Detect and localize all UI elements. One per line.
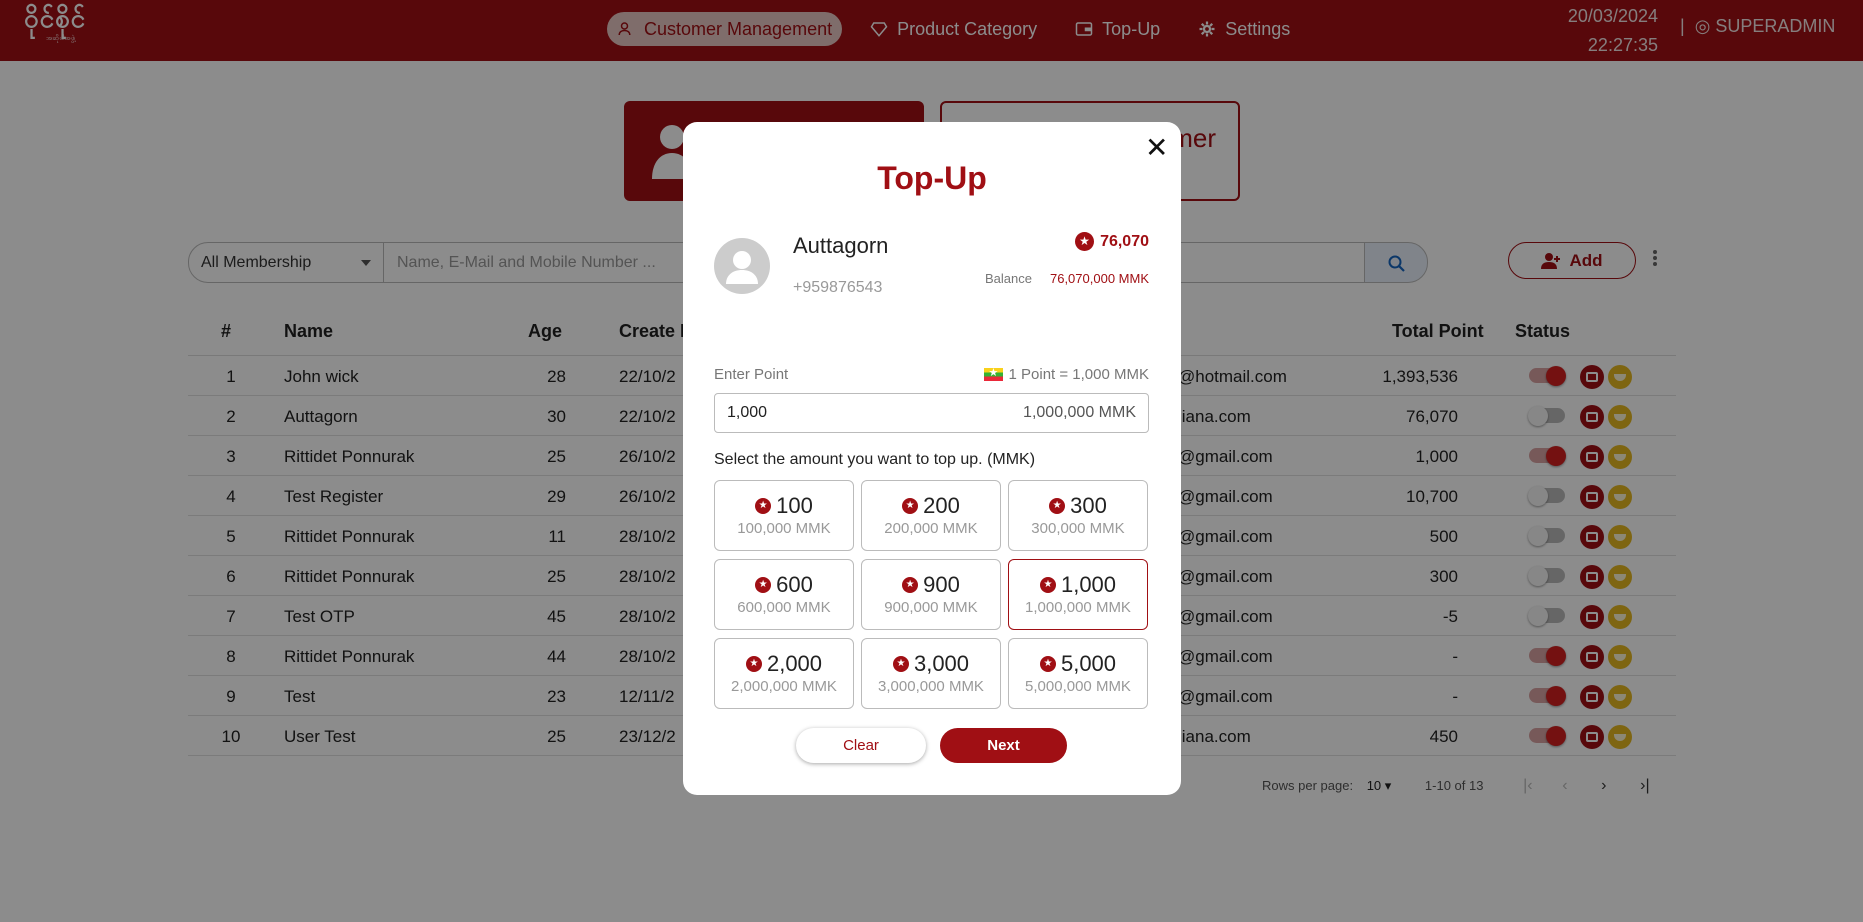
star-icon: ★ bbox=[1039, 577, 1056, 593]
amount-option[interactable]: ★ 600 600,000 MMK bbox=[714, 559, 854, 630]
top-up-dialog: ✕ Top-Up Auttagorn +959876543 ★ 76,070 Ba… bbox=[683, 122, 1181, 795]
enter-point-label: Enter Point bbox=[714, 366, 789, 383]
star-icon: ★ bbox=[1039, 656, 1056, 672]
point-input-mmk: 1,000,000 MMK bbox=[1023, 404, 1136, 421]
select-amount-label: Select the amount you want to top up. (M… bbox=[714, 451, 1036, 468]
amount-option[interactable]: ★ 3,000 3,000,000 MMK bbox=[861, 638, 1001, 709]
amount-option[interactable]: ★ 100 100,000 MMK bbox=[714, 480, 854, 551]
option-mmk: 300,000 MMK bbox=[1031, 520, 1125, 537]
star-icon: ★ bbox=[1075, 232, 1095, 251]
points-value: 76,070 bbox=[1100, 232, 1149, 250]
customer-phone: +959876543 bbox=[793, 279, 883, 296]
amount-option[interactable]: ★ 300 300,000 MMK bbox=[1008, 480, 1148, 551]
option-points: ★ 900 bbox=[862, 572, 1000, 598]
point-input[interactable]: 1,000 1,000,000 MMK bbox=[714, 393, 1149, 433]
point-input-value: 1,000 bbox=[727, 404, 768, 421]
rate-text: 1 Point = 1,000 MMK bbox=[1008, 366, 1150, 383]
star-icon: ★ bbox=[755, 577, 772, 593]
option-points-value: 5,000 bbox=[1060, 651, 1117, 676]
avatar bbox=[714, 238, 770, 294]
customer-name: Auttagorn bbox=[793, 233, 889, 258]
option-points: ★ 100 bbox=[715, 493, 853, 519]
option-mmk: 600,000 MMK bbox=[737, 599, 831, 616]
star-icon: ★ bbox=[892, 656, 909, 672]
option-mmk: 2,000,000 MMK bbox=[731, 678, 837, 695]
option-points-value: 1,000 bbox=[1060, 572, 1117, 597]
amount-option[interactable]: ★ 1,000 1,000,000 MMK bbox=[1008, 559, 1148, 630]
option-mmk: 100,000 MMK bbox=[737, 520, 831, 537]
dialog-title: Top-Up bbox=[877, 160, 987, 196]
clear-button[interactable]: Clear bbox=[796, 728, 926, 763]
option-mmk: 5,000,000 MMK bbox=[1025, 678, 1131, 695]
amount-option[interactable]: ★ 900 900,000 MMK bbox=[861, 559, 1001, 630]
option-points-value: 3,000 bbox=[913, 651, 970, 676]
option-points-value: 100 bbox=[776, 493, 813, 518]
person-icon bbox=[726, 251, 758, 284]
option-points-value: 2,000 bbox=[766, 651, 823, 676]
star-icon: ★ bbox=[902, 498, 919, 514]
option-points-value: 600 bbox=[776, 572, 813, 597]
star-icon: ★ bbox=[902, 577, 919, 593]
balance-value: 76,070,000 MMK bbox=[1049, 271, 1149, 286]
option-points: ★ 200 bbox=[862, 493, 1000, 519]
amount-option[interactable]: ★ 2,000 2,000,000 MMK bbox=[714, 638, 854, 709]
option-points-value: 200 bbox=[923, 493, 960, 518]
balance-label: Balance bbox=[985, 271, 1032, 286]
star-icon: ★ bbox=[745, 656, 762, 672]
option-mmk: 3,000,000 MMK bbox=[878, 678, 984, 695]
option-mmk: 1,000,000 MMK bbox=[1025, 599, 1131, 616]
option-points-value: 900 bbox=[923, 572, 960, 597]
option-points: ★ 1,000 bbox=[1009, 572, 1147, 598]
option-points: ★ 2,000 bbox=[715, 651, 853, 677]
close-icon[interactable]: ✕ bbox=[1145, 134, 1168, 162]
option-points: ★ 300 bbox=[1009, 493, 1147, 519]
option-points: ★ 600 bbox=[715, 572, 853, 598]
amount-option[interactable]: ★ 5,000 5,000,000 MMK bbox=[1008, 638, 1148, 709]
amount-option[interactable]: ★ 200 200,000 MMK bbox=[861, 480, 1001, 551]
option-mmk: 900,000 MMK bbox=[884, 599, 978, 616]
next-button[interactable]: Next bbox=[940, 728, 1067, 763]
customer-balance: Balance 76,070,000 MMK bbox=[985, 271, 1149, 286]
option-points: ★ 3,000 bbox=[862, 651, 1000, 677]
myanmar-flag-icon bbox=[983, 366, 1003, 381]
customer-points: ★ 76,070 bbox=[1075, 232, 1149, 251]
option-points-value: 300 bbox=[1070, 493, 1107, 518]
option-points: ★ 5,000 bbox=[1009, 651, 1147, 677]
star-icon: ★ bbox=[755, 498, 772, 514]
option-mmk: 200,000 MMK bbox=[884, 520, 978, 537]
star-icon: ★ bbox=[1049, 498, 1066, 514]
exchange-rate: 1 Point = 1,000 MMK bbox=[983, 366, 1150, 383]
